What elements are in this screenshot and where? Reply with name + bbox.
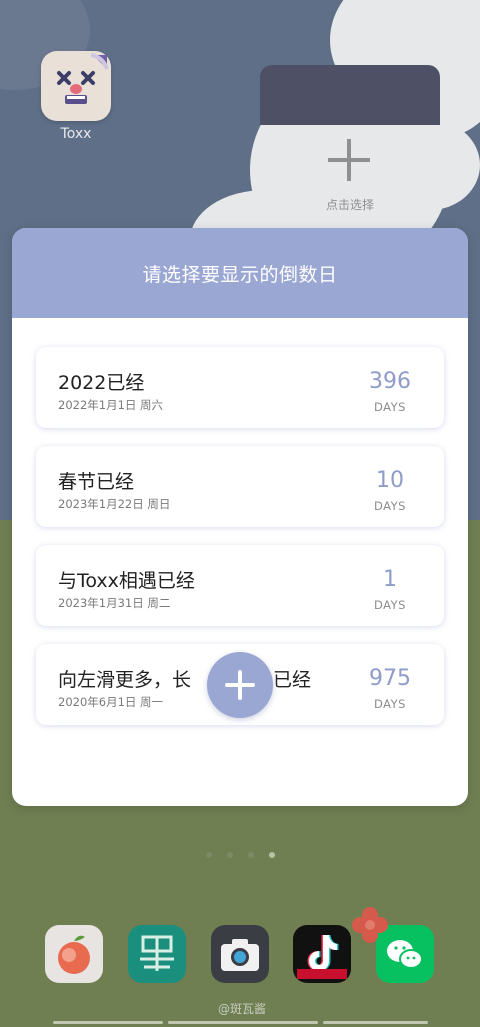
countdown-title: 春节已经 — [58, 471, 135, 493]
countdown-title-start: 向左滑更多，长 — [58, 669, 192, 691]
countdown-count: 975 — [369, 666, 411, 691]
add-countdown-button[interactable] — [207, 652, 273, 718]
countdown-item[interactable]: 与Toxx相遇已经 2023年1月31日 周二 1 DAYS — [36, 545, 444, 626]
countdown-title: 向左滑更多，长 已经 — [58, 665, 311, 692]
countdown-count: 396 — [369, 369, 411, 394]
countdown-date: 2023年1月22日 周日 — [58, 497, 171, 511]
page-dot-active — [269, 852, 275, 858]
tiktok-icon[interactable] — [293, 925, 351, 983]
countdown-title: 2022已经 — [58, 372, 145, 394]
countdown-picker-dialog: 请选择要显示的倒数日 2022已经 2022年1月1日 周六 396 DAYS … — [12, 228, 468, 806]
nav-bar-segment — [323, 1021, 428, 1024]
countdown-date: 2020年6月1日 周一 — [58, 695, 164, 709]
page-dot — [206, 852, 212, 858]
countdown-item[interactable]: 春节已经 2023年1月22日 周日 10 DAYS — [36, 446, 444, 527]
page-dot — [248, 852, 254, 858]
peach-app-icon[interactable] — [45, 925, 103, 983]
add-widget-icon — [328, 139, 370, 181]
toxx-app-icon[interactable] — [41, 51, 111, 121]
widget-placeholder[interactable]: 点击选择 — [260, 65, 440, 235]
widget-placeholder-label: 点击选择 — [325, 198, 374, 212]
ink-app-icon[interactable] — [128, 925, 186, 983]
countdown-count: 1 — [383, 567, 397, 592]
nav-bar-segment — [168, 1021, 318, 1024]
countdown-count: 10 — [376, 468, 404, 493]
countdown-date: 2022年1月1日 周六 — [58, 398, 164, 412]
countdown-unit: DAYS — [374, 499, 406, 513]
watermark-text: @斑瓦酱 — [217, 1002, 266, 1016]
countdown-title-end: 已经 — [273, 669, 312, 691]
dialog-title: 请选择要显示的倒数日 — [142, 263, 338, 286]
dialog-header: 请选择要显示的倒数日 — [12, 228, 468, 318]
toxx-app-label: Toxx — [60, 126, 92, 142]
countdown-unit: DAYS — [374, 697, 406, 711]
countdown-title: 与Toxx相遇已经 — [58, 570, 195, 592]
countdown-unit: DAYS — [374, 598, 406, 612]
page-dot — [227, 852, 233, 858]
camera-icon[interactable] — [211, 925, 269, 983]
nav-bar-segment — [53, 1021, 163, 1024]
flower-decoration-icon — [352, 907, 388, 943]
countdown-unit: DAYS — [374, 400, 406, 414]
countdown-item[interactable]: 2022已经 2022年1月1日 周六 396 DAYS — [36, 347, 444, 428]
countdown-date: 2023年1月31日 周二 — [58, 596, 171, 610]
